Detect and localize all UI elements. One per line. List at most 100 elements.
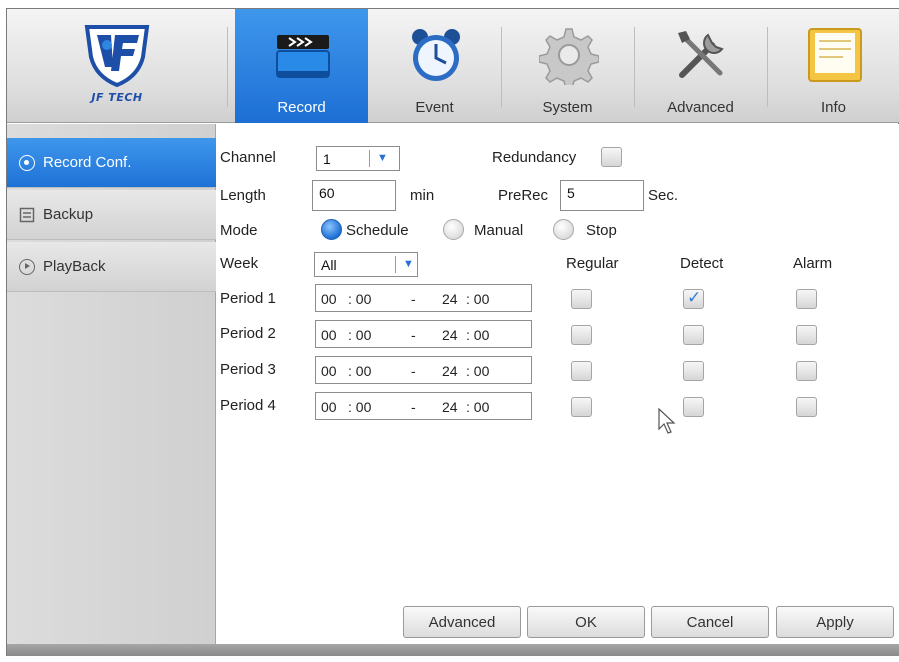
redundancy-label: Redundancy	[492, 149, 577, 166]
sidebar-item-label: PlayBack	[43, 258, 106, 275]
mode-schedule-radio[interactable]	[321, 219, 342, 240]
alarm-checkbox[interactable]	[796, 325, 817, 345]
week-select[interactable]: All ▼	[314, 252, 418, 277]
apply-button[interactable]: Apply	[776, 606, 894, 638]
record-conf-panel: Channel 1 ▼ Redundancy Length 60 min Pre…	[216, 124, 899, 644]
play-icon	[19, 258, 35, 275]
gear-icon	[539, 28, 599, 85]
end-minute: : 00	[466, 363, 490, 379]
period-label: Period 4	[220, 397, 276, 414]
channel-label: Channel	[220, 149, 276, 166]
sidebar-item-label: Backup	[43, 206, 94, 223]
cancel-button[interactable]: Cancel	[651, 606, 769, 638]
ok-button[interactable]: OK	[527, 606, 645, 638]
regular-checkbox[interactable]	[571, 397, 592, 417]
alarm-checkbox[interactable]	[796, 397, 817, 417]
end-minute: : 00	[466, 399, 490, 415]
detect-checkbox[interactable]	[683, 397, 704, 417]
alarm-checkbox[interactable]	[796, 289, 817, 309]
end-hour: 24	[442, 363, 458, 379]
period-time-range[interactable]: 00 : 00 - 24 : 00	[315, 356, 532, 384]
channel-value: 1	[323, 151, 331, 167]
range-dash: -	[411, 327, 416, 343]
tab-event[interactable]: Event	[368, 9, 501, 123]
top-tab-bar: JF TECH Record Event System Advanced Inf…	[7, 9, 899, 123]
alarm-checkbox[interactable]	[796, 361, 817, 381]
period-time-range[interactable]: 00 : 00 - 24 : 00	[315, 320, 532, 348]
mouse-pointer-icon	[658, 407, 676, 434]
tab-system-label: System	[542, 99, 593, 116]
redundancy-checkbox[interactable]	[601, 147, 622, 167]
tab-record-label: Record	[277, 99, 326, 116]
regular-checkbox[interactable]	[571, 361, 592, 381]
prerec-input[interactable]: 5	[560, 180, 644, 211]
detect-checkbox[interactable]	[683, 325, 704, 345]
mode-stop-label: Stop	[586, 222, 617, 239]
tools-icon	[678, 31, 724, 78]
period-time-range[interactable]: 00 : 00 - 24 : 00	[315, 392, 532, 420]
end-hour: 24	[442, 291, 458, 307]
period-label: Period 1	[220, 290, 276, 307]
period-label: Period 2	[220, 325, 276, 342]
sidebar: Record Conf. Backup PlayBack	[7, 124, 216, 644]
advanced-button[interactable]: Advanced	[403, 606, 521, 638]
chevron-down-icon: ▼	[403, 258, 414, 270]
tab-event-label: Event	[415, 99, 454, 116]
jf-shield-icon	[84, 25, 150, 88]
mode-schedule-label: Schedule	[346, 222, 409, 239]
sidebar-item-record-conf[interactable]: Record Conf.	[7, 138, 216, 188]
end-hour: 24	[442, 327, 458, 343]
detect-checkbox[interactable]	[683, 361, 704, 381]
alarm-clock-icon	[412, 29, 460, 81]
tab-advanced-label: Advanced	[667, 99, 734, 116]
document-icon	[808, 28, 862, 82]
column-header-alarm: Alarm	[793, 255, 833, 272]
mode-manual-radio[interactable]	[443, 219, 464, 240]
storage-icon	[19, 207, 35, 222]
select-divider	[395, 256, 396, 273]
mode-label: Mode	[220, 222, 258, 239]
regular-checkbox[interactable]	[571, 325, 592, 345]
brand-logo: JF TECH	[7, 9, 227, 123]
brand-name: JF TECH	[91, 91, 143, 104]
week-label: Week	[220, 255, 259, 272]
sidebar-item-backup[interactable]: Backup	[7, 190, 216, 240]
end-minute: : 00	[466, 327, 490, 343]
tab-info[interactable]: Info	[767, 9, 899, 123]
start-minute: : 00	[348, 363, 372, 379]
start-minute: : 00	[348, 327, 372, 343]
tab-system[interactable]: System	[501, 9, 634, 123]
regular-checkbox[interactable]	[571, 289, 592, 309]
record-clapper-icon	[276, 35, 330, 78]
prerec-unit: Sec.	[648, 187, 679, 204]
start-hour: 00	[321, 291, 337, 307]
range-dash: -	[411, 399, 416, 415]
week-value: All	[321, 257, 337, 273]
prerec-label: PreRec	[498, 187, 549, 204]
tab-advanced[interactable]: Advanced	[634, 9, 767, 123]
sidebar-item-label: Record Conf.	[43, 154, 132, 171]
channel-select[interactable]: 1 ▼	[316, 146, 400, 171]
end-hour: 24	[442, 399, 458, 415]
period-time-range[interactable]: 00 : 00 - 24 : 00	[315, 284, 532, 312]
tab-separator	[227, 27, 228, 107]
tab-record[interactable]: Record	[235, 9, 368, 123]
start-hour: 00	[321, 399, 337, 415]
tab-info-label: Info	[820, 99, 847, 116]
range-dash: -	[411, 291, 416, 307]
length-label: Length	[220, 187, 266, 204]
detect-checkbox[interactable]	[683, 288, 704, 309]
length-input[interactable]: 60	[312, 180, 396, 211]
start-minute: : 00	[348, 291, 372, 307]
start-minute: : 00	[348, 399, 372, 415]
start-hour: 00	[321, 363, 337, 379]
start-hour: 00	[321, 327, 337, 343]
select-divider	[369, 150, 370, 167]
column-header-detect: Detect	[680, 255, 724, 272]
period-label: Period 3	[220, 361, 276, 378]
range-dash: -	[411, 363, 416, 379]
dvr-settings-window: JF TECH Record Event System Advanced Inf…	[0, 0, 899, 662]
length-unit: min	[410, 187, 435, 204]
mode-stop-radio[interactable]	[553, 219, 574, 240]
sidebar-item-playback[interactable]: PlayBack	[7, 242, 216, 292]
